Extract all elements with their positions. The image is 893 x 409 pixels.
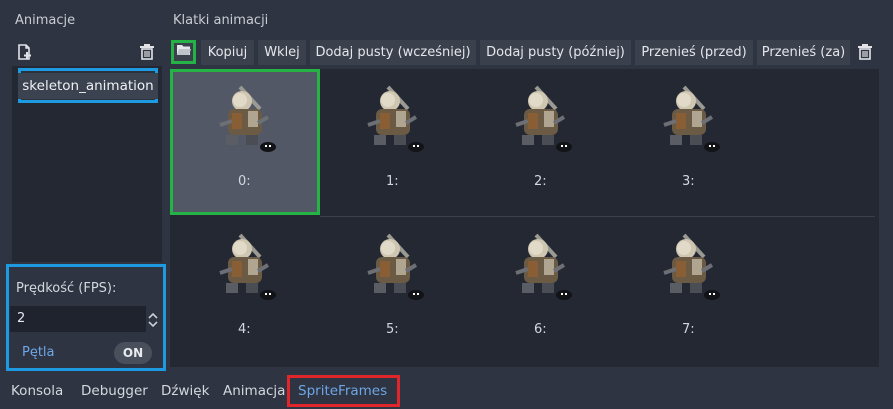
frame-label: 3:: [682, 174, 695, 189]
frame-label: 7:: [682, 322, 695, 337]
add-empty-before-button[interactable]: Dodaj pusty (wcześniej): [310, 40, 476, 65]
frame-cell[interactable]: 5:: [318, 217, 468, 363]
frame-cell[interactable]: 7:: [614, 217, 764, 363]
tab-animation[interactable]: Animacja: [223, 383, 285, 399]
paste-button[interactable]: Wklej: [258, 40, 306, 65]
tab-debugger[interactable]: Debugger: [81, 383, 148, 399]
frame-label: 2:: [534, 174, 547, 189]
folder-open-icon: [176, 43, 192, 61]
tab-spriteframes[interactable]: SpriteFrames: [298, 383, 387, 399]
move-after-button[interactable]: Przenieś (za): [757, 40, 850, 65]
tab-audio[interactable]: Dźwięk: [161, 383, 209, 399]
animation-list-item[interactable]: skeleton_animation: [18, 68, 158, 103]
animations-title: Animacje: [15, 13, 76, 28]
skeleton-sprite-icon: [367, 85, 424, 152]
frame-cell[interactable]: 4:: [170, 217, 320, 363]
load-frames-button[interactable]: [171, 40, 196, 64]
speed-label: Prędkość (FPS):: [16, 281, 117, 296]
frame-label: 4:: [238, 322, 251, 337]
skeleton-sprite-icon: [515, 233, 572, 300]
skeleton-sprite-icon: [663, 233, 720, 300]
skeleton-sprite-icon: [219, 233, 276, 300]
skeleton-sprite-icon: [367, 233, 424, 300]
frame-cell[interactable]: 0:: [170, 69, 320, 215]
copy-button[interactable]: Kopiuj: [201, 40, 254, 65]
frame-cell[interactable]: 1:: [318, 69, 468, 215]
tab-console[interactable]: Konsola: [11, 383, 63, 399]
spinner-arrows-icon[interactable]: [146, 310, 160, 330]
fps-input[interactable]: 2: [10, 306, 146, 332]
skeleton-sprite-icon: [515, 85, 572, 152]
frames-title: Klatki animacji: [173, 13, 269, 28]
frame-label: 1:: [386, 174, 399, 189]
add-empty-after-button[interactable]: Dodaj pusty (później): [480, 40, 631, 65]
frame-label: 5:: [386, 322, 399, 337]
skeleton-sprite-icon: [219, 85, 276, 152]
frame-label: 6:: [534, 322, 547, 337]
delete-animation-icon[interactable]: [138, 43, 156, 61]
skeleton-sprite-icon: [663, 85, 720, 152]
frame-cell[interactable]: 3:: [614, 69, 764, 215]
move-before-button[interactable]: Przenieś (przed): [635, 40, 753, 65]
new-animation-icon[interactable]: [16, 43, 34, 61]
loop-toggle[interactable]: ON: [114, 342, 152, 364]
frame-label: 0:: [238, 174, 251, 189]
delete-frame-icon[interactable]: [856, 43, 874, 61]
frame-cell[interactable]: 2:: [466, 69, 616, 215]
animation-name-label: skeleton_animation: [18, 72, 158, 99]
frame-cell[interactable]: 6:: [466, 217, 616, 363]
loop-label: Pętla: [22, 345, 55, 360]
